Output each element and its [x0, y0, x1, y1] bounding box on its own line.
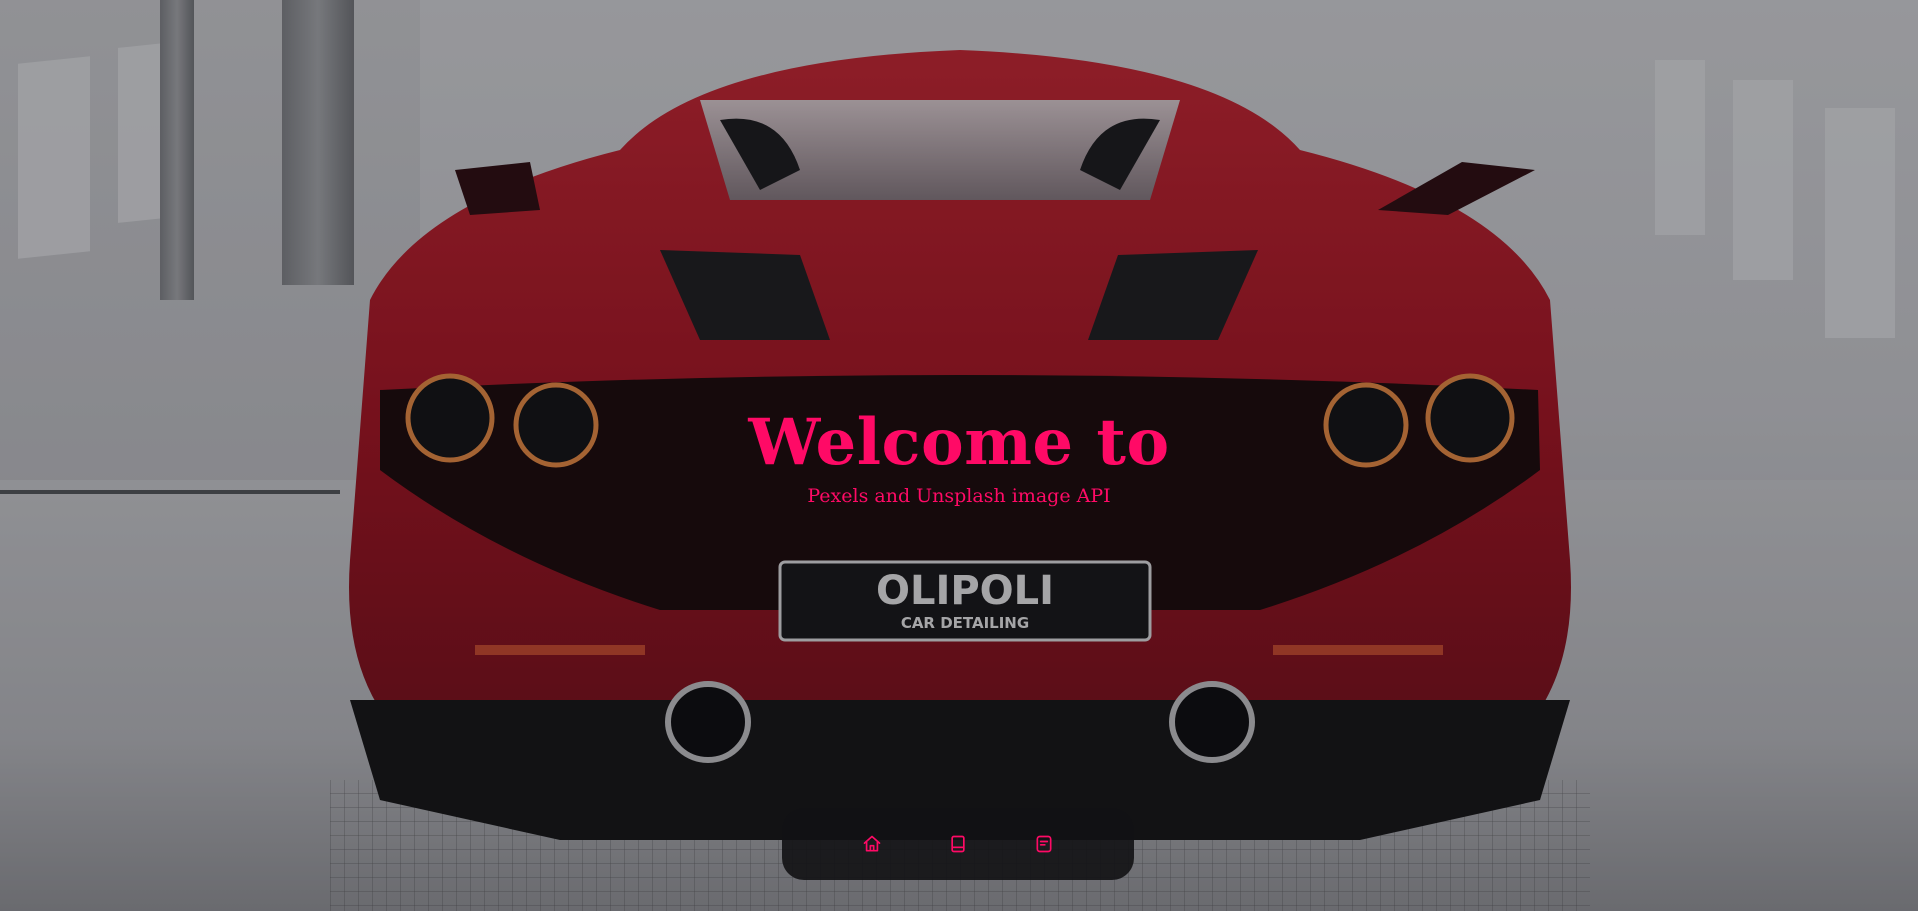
bottom-navigation — [782, 808, 1134, 880]
nav-book-button[interactable] — [947, 833, 969, 855]
document-icon — [1036, 835, 1052, 853]
nav-document-button[interactable] — [1033, 833, 1055, 855]
hero-section: OLIPOLI CAR DETAILING Welcome to Pexels … — [0, 0, 1918, 911]
hero-text: Welcome to Pexels and Unsplash image API — [0, 405, 1918, 509]
book-icon — [951, 835, 965, 853]
home-icon — [863, 835, 881, 852]
hero-title: Welcome to — [748, 405, 1170, 480]
nav-home-button[interactable] — [861, 833, 883, 855]
hero-subtitle: Pexels and Unsplash image API — [807, 485, 1111, 507]
